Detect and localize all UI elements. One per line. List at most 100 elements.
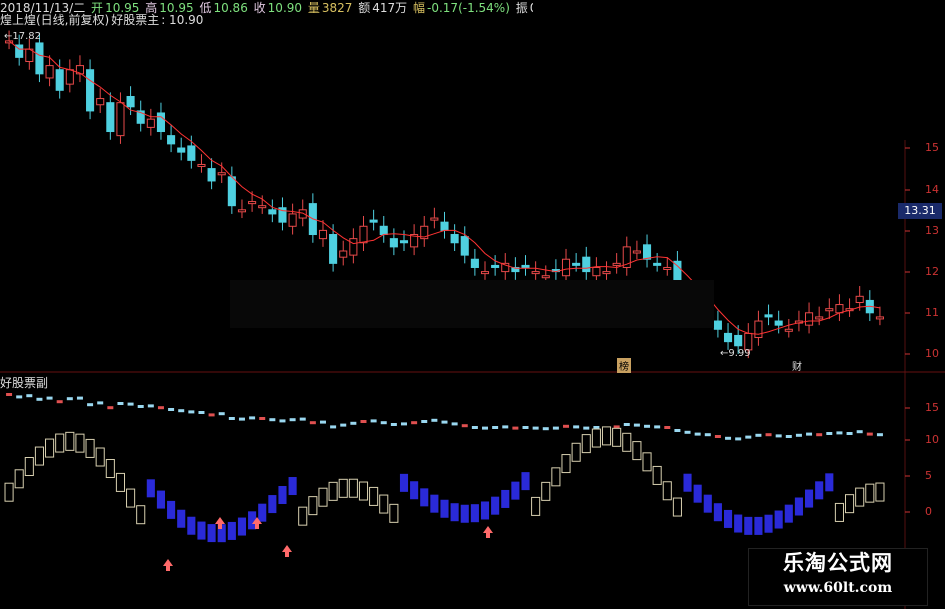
candle-body[interactable] — [491, 264, 500, 268]
candle-body[interactable] — [156, 112, 166, 133]
candle-body[interactable] — [167, 135, 176, 145]
price-axis-label: 15 — [925, 141, 939, 154]
candle-body[interactable] — [369, 219, 378, 223]
sub-bar — [288, 477, 297, 496]
candle-body[interactable] — [45, 65, 54, 79]
sub-bar — [531, 496, 541, 516]
candle-body[interactable] — [572, 262, 581, 266]
candle-body[interactable] — [197, 163, 206, 167]
sub-line-segment — [117, 402, 124, 405]
sub-line-segment — [633, 423, 640, 427]
candle-body[interactable] — [65, 69, 74, 85]
candle-body[interactable] — [339, 250, 348, 258]
sub-line-segment — [269, 418, 276, 422]
candle-body[interactable] — [450, 234, 459, 244]
candle-body[interactable] — [460, 236, 469, 256]
candle-body[interactable] — [531, 271, 540, 275]
sub-bar — [845, 494, 855, 514]
candle-body[interactable] — [177, 147, 186, 153]
candle-body[interactable] — [440, 221, 449, 231]
candle-body[interactable] — [359, 225, 368, 244]
candle-body[interactable] — [642, 244, 652, 260]
sub-bar — [440, 499, 449, 518]
sub-bar — [146, 479, 155, 498]
rank-tag[interactable]: 榜 — [617, 358, 631, 373]
sub-line-segment — [795, 433, 802, 437]
amplitude-label: 振 — [515, 1, 528, 15]
candle-body[interactable] — [258, 205, 267, 209]
candle-body[interactable] — [602, 271, 611, 275]
candle-body[interactable] — [875, 316, 884, 320]
candle-body[interactable] — [116, 102, 125, 137]
sub-line-segment — [532, 426, 539, 430]
sub-bar — [177, 509, 186, 528]
candle-body[interactable] — [35, 42, 44, 75]
candle-body[interactable] — [55, 69, 64, 91]
candle-body[interactable] — [106, 102, 115, 133]
candle-body[interactable] — [734, 334, 743, 347]
candle-body[interactable] — [318, 229, 328, 240]
candle-body[interactable] — [825, 308, 834, 312]
sub-bar — [601, 426, 612, 446]
candle-body[interactable] — [207, 168, 216, 182]
candle-body[interactable] — [723, 332, 733, 343]
candle-body[interactable] — [541, 275, 550, 279]
candle-body[interactable] — [582, 256, 591, 273]
candle-body[interactable] — [855, 295, 864, 304]
sub-bar — [369, 486, 379, 506]
candle-body[interactable] — [237, 209, 247, 213]
candle-body[interactable] — [521, 264, 530, 268]
sub-bar — [227, 521, 236, 540]
candle-body[interactable] — [592, 266, 601, 277]
candle-body[interactable] — [835, 304, 844, 314]
candle-body[interactable] — [713, 320, 722, 330]
candle-body[interactable] — [612, 262, 621, 266]
high-annotation-value: 17.82 — [12, 31, 42, 42]
price-axis-label: 11 — [925, 306, 939, 319]
sub-bar — [460, 504, 469, 523]
candle-body[interactable] — [379, 225, 388, 236]
candle-body[interactable] — [389, 238, 398, 248]
sub-line-segment — [644, 424, 651, 428]
candle-body[interactable] — [815, 316, 824, 320]
candle-body[interactable] — [298, 209, 307, 219]
candle-body[interactable] — [754, 320, 763, 339]
candle-body[interactable] — [399, 240, 409, 244]
sub-line-segment — [299, 417, 306, 421]
candle-body[interactable] — [632, 250, 641, 254]
candle-body[interactable] — [146, 118, 155, 128]
candle-body[interactable] — [96, 98, 105, 106]
candle-body[interactable] — [653, 262, 662, 266]
candle-body[interactable] — [187, 145, 196, 161]
open-value: 10.95 — [105, 1, 140, 15]
sub-line-segment — [107, 406, 114, 410]
candle-body[interactable] — [480, 271, 490, 275]
candle-body[interactable] — [227, 176, 236, 207]
sub-line-segment — [56, 400, 63, 404]
sub-line-segment — [228, 417, 235, 420]
candle-body[interactable] — [217, 172, 226, 176]
candle-body[interactable] — [784, 328, 793, 332]
sub-bar — [389, 503, 399, 523]
sub-line-segment — [522, 426, 529, 429]
candle-body[interactable] — [430, 217, 439, 221]
candle-body[interactable] — [561, 258, 571, 277]
candle-body[interactable] — [764, 314, 773, 318]
candle-body[interactable] — [86, 69, 95, 112]
candle-body[interactable] — [805, 312, 814, 326]
candle-body[interactable] — [268, 209, 277, 215]
candle-body[interactable] — [288, 213, 297, 227]
finance-tag[interactable]: 财 — [790, 358, 804, 373]
sub-bar — [551, 467, 561, 487]
sub-bar — [237, 517, 247, 536]
sub-line-segment — [259, 417, 266, 420]
candle-body[interactable] — [349, 238, 358, 256]
sub-bar — [815, 481, 824, 500]
candle-body[interactable] — [774, 320, 783, 326]
candle-body[interactable] — [248, 201, 257, 205]
candle-body[interactable] — [126, 96, 135, 108]
candle-body[interactable] — [470, 258, 479, 268]
candle-body[interactable] — [329, 234, 338, 264]
sub-line-segment — [684, 430, 691, 434]
candle-body[interactable] — [663, 266, 672, 270]
